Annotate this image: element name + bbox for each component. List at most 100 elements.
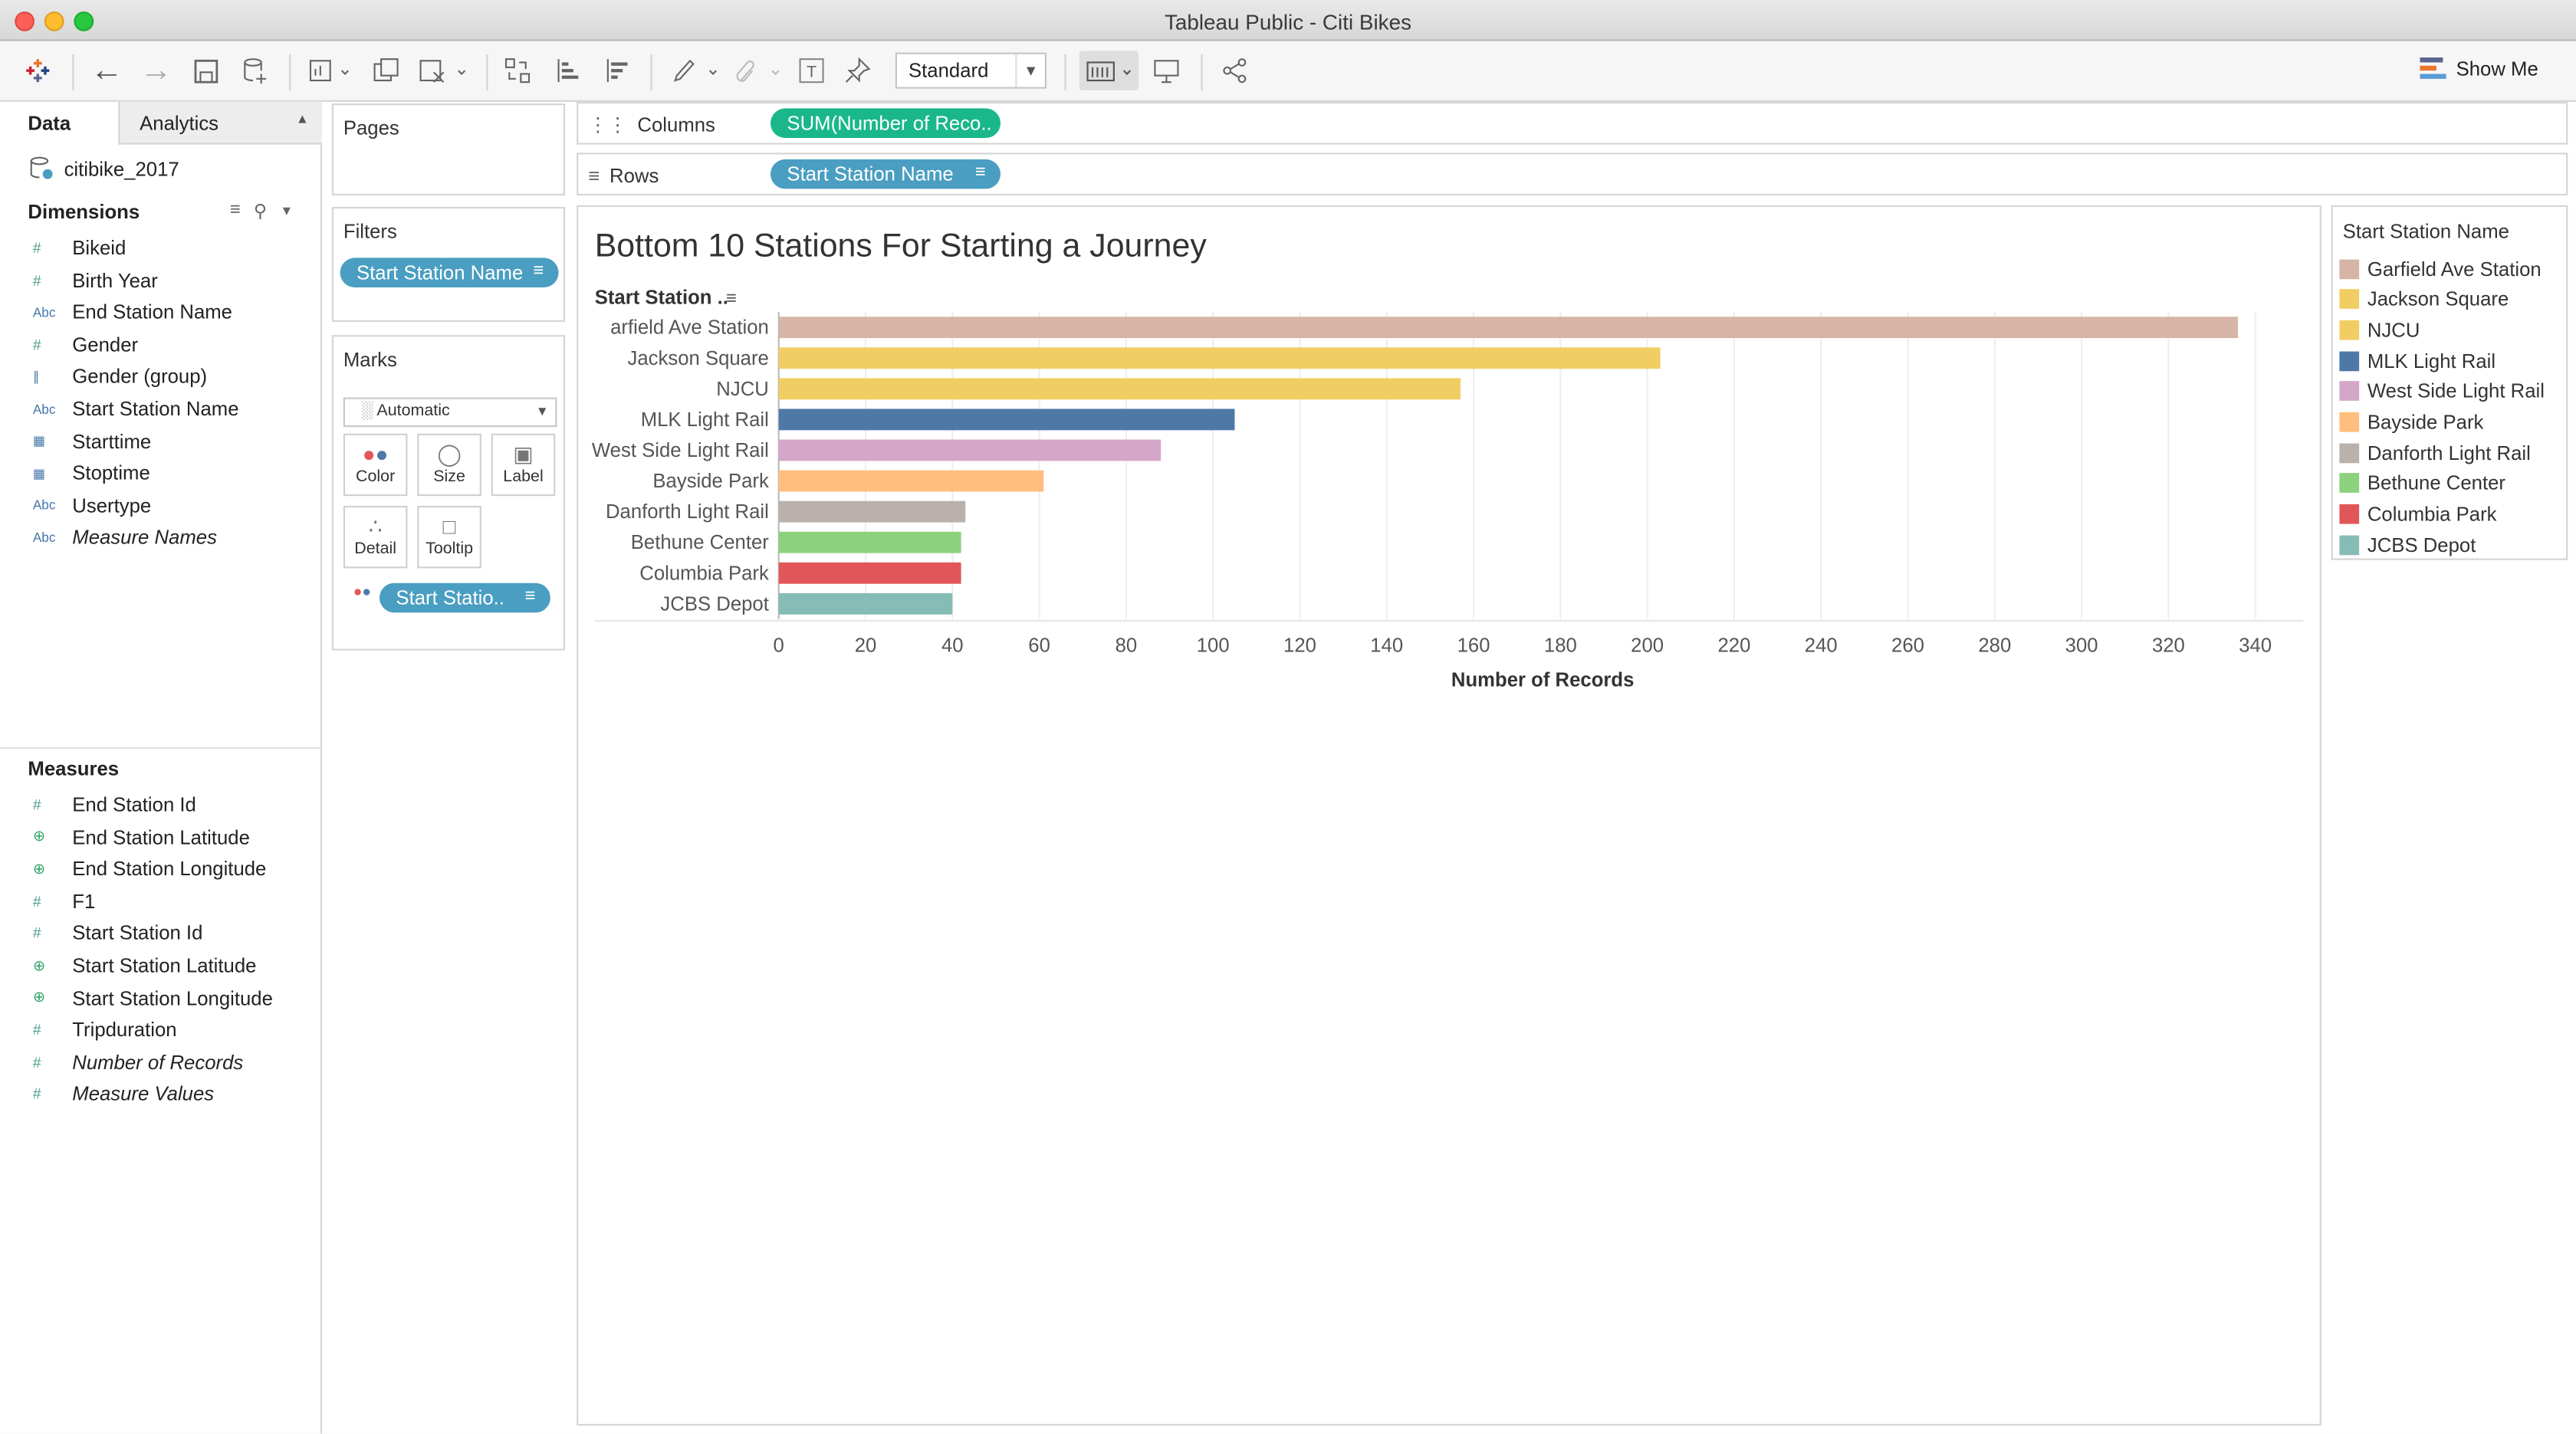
x-tick-label: 80 [1116,635,1138,657]
field-item[interactable]: # Bikeid [33,233,126,263]
category-label[interactable]: Jackson Square [628,348,769,369]
category-label[interactable]: arfield Ave Station [610,317,769,339]
bar[interactable] [778,347,1661,369]
group-members-icon[interactable] [731,51,784,90]
field-item[interactable]: # End Station Id [33,790,196,820]
tableau-logo-icon[interactable] [20,51,56,90]
field-item[interactable]: # Tripduration [33,1016,177,1045]
field-item[interactable]: Abc Measure Names [33,523,217,553]
category-label[interactable]: NJCU [716,379,769,400]
field-item[interactable]: # Measure Values [33,1080,214,1110]
field-item[interactable]: ⊕ End Station Longitude [33,855,267,884]
category-label[interactable]: West Side Light Rail [592,440,769,461]
show-labels-icon[interactable]: T [795,51,828,90]
bar[interactable] [778,562,961,584]
bar[interactable] [778,592,953,615]
legend-swatch [2339,442,2360,463]
legend-item[interactable]: Garfield Ave Station [2339,254,2542,282]
legend-item[interactable]: JCBS Depot [2339,531,2476,559]
field-label: Stoptime [72,461,150,485]
filter-pill[interactable]: Start Station Name ≡ [340,258,559,288]
field-item[interactable]: # Gender [33,330,138,359]
bar[interactable] [778,439,1162,461]
sort-icon[interactable]: ≡ [726,287,737,307]
legend-swatch [2339,289,2360,310]
clear-sheet-icon[interactable] [416,51,472,90]
rows-shelf[interactable]: ≡ Rows Start Station Name ≡ [577,153,2568,196]
filters-shelf[interactable]: Filters Start Station Name ≡ [331,207,566,323]
field-item[interactable]: ⊕ Start Station Longitude [33,983,273,1013]
category-label[interactable]: Bethune Center [631,532,769,553]
category-label[interactable]: JCBS Depot [660,593,768,615]
field-label: Measure Values [72,1082,215,1106]
bar[interactable] [778,470,1044,492]
chevron-down-icon[interactable]: ▼ [280,200,293,221]
field-item[interactable]: # Birth Year [33,265,158,295]
duplicate-sheet-icon[interactable] [370,51,402,90]
rows-pill[interactable]: Start Station Name ≡ [770,159,1001,189]
share-icon[interactable] [1219,51,1252,90]
legend-item[interactable]: West Side Light Rail [2339,377,2545,405]
field-item[interactable]: ⊕ End Station Latitude [33,822,250,852]
tab-analytics[interactable]: Analytics ▲ [118,101,323,145]
columns-pill[interactable]: SUM(Number of Reco.. [770,108,1001,139]
field-item[interactable]: Abc Usertype [33,491,151,520]
label-button[interactable]: ▣ Label [491,433,556,497]
color-button[interactable]: ●● Color [343,433,408,497]
fit-select[interactable]: Standard ▼ [895,52,1047,89]
show-cards-icon[interactable] [1079,51,1139,90]
legend-item[interactable]: MLK Light Rail [2339,346,2496,374]
legend-item[interactable]: Columbia Park [2339,500,2497,528]
category-label[interactable]: Columbia Park [639,563,769,584]
x-tick-label: 40 [941,635,964,657]
field-item[interactable]: # F1 [33,887,95,917]
new-datasource-icon[interactable] [237,51,273,90]
tab-data[interactable]: Data [0,101,119,145]
view-list-icon[interactable]: ≡ [230,200,241,221]
bar[interactable] [778,409,1235,431]
field-item[interactable]: ▦ Starttime [33,426,151,456]
tooltip-button[interactable]: □ Tooltip [417,506,481,569]
legend-item[interactable]: Danforth Light Rail [2339,439,2531,467]
detail-button[interactable]: ∴ Detail [343,506,408,569]
category-label[interactable]: MLK Light Rail [641,409,769,431]
field-item[interactable]: ∥ Gender (group) [33,362,207,392]
show-me-button[interactable]: Show Me [2420,57,2538,80]
category-label[interactable]: Bayside Park [652,471,769,492]
field-item[interactable]: # Start Station Id [33,919,203,949]
highlight-icon[interactable] [669,51,721,90]
legend-item[interactable]: Bethune Center [2339,470,2505,497]
datasource-item[interactable]: citibike_2017 [30,156,179,181]
field-item[interactable]: Abc Start Station Name [33,394,239,424]
redo-icon[interactable]: → [138,51,174,90]
new-worksheet-icon[interactable] [304,51,356,90]
field-label: Measure Names [72,526,217,550]
field-item[interactable]: Abc End Station Name [33,297,232,327]
search-icon[interactable]: ⚲ [254,200,267,222]
toolbar-separator [486,54,488,90]
bar[interactable] [778,531,961,553]
save-icon[interactable] [189,51,222,90]
legend-item[interactable]: Bayside Park [2339,409,2483,436]
columns-shelf[interactable]: ⋮⋮ Columns SUM(Number of Reco.. [577,101,2568,145]
presentation-mode-icon[interactable] [1150,51,1183,90]
sort-descending-icon[interactable] [600,51,632,90]
field-item[interactable]: ⊕ Start Station Latitude [33,951,257,981]
undo-icon[interactable]: ← [89,51,125,90]
field-item[interactable]: ▦ Stoptime [33,458,150,488]
category-label[interactable]: Danforth Light Rail [606,501,769,523]
legend-item[interactable]: NJCU [2339,316,2420,343]
sort-ascending-icon[interactable] [550,51,583,90]
size-button[interactable]: ◯ Size [417,433,481,497]
field-item[interactable]: # Number of Records [33,1048,243,1078]
pages-shelf[interactable]: Pages [331,103,566,196]
legend-label: Bayside Park [2367,410,2484,434]
bar[interactable] [778,500,966,523]
swap-rows-columns-icon[interactable] [501,51,534,90]
fix-axes-pin-icon[interactable] [841,51,874,90]
mark-type-select[interactable]: ░ Automatic ▼ [343,397,557,428]
marks-color-pill[interactable]: Start Statio.. ≡ [380,582,550,613]
bar[interactable] [778,317,2239,339]
bar[interactable] [778,378,1461,400]
legend-item[interactable]: Jackson Square [2339,285,2509,313]
